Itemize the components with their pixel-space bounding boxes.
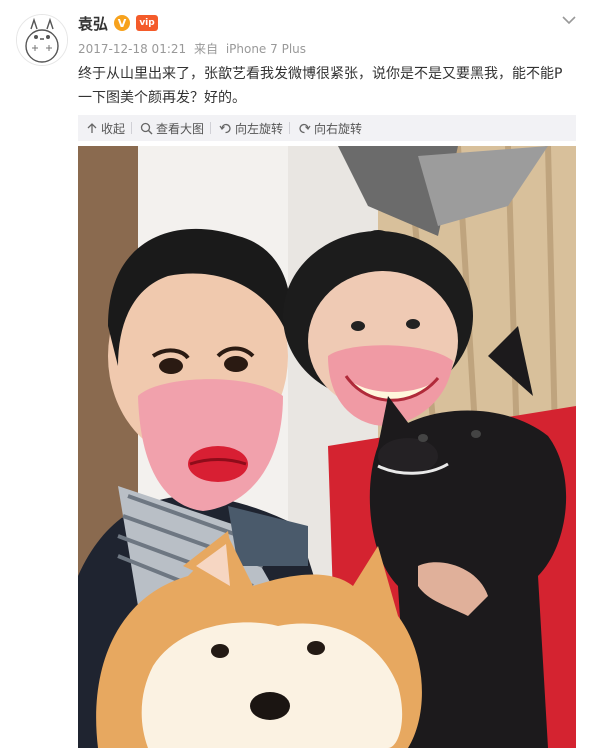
username[interactable]: 袁弘 <box>78 13 108 34</box>
rotate-right-button[interactable]: 向右旋转 <box>298 115 362 141</box>
divider <box>289 122 291 134</box>
divider <box>210 122 212 134</box>
rotate-right-label: 向右旋转 <box>314 121 363 136</box>
source-prefix: 来自 <box>193 42 218 56</box>
magnify-icon <box>140 122 153 134</box>
collapse-icon <box>87 123 97 133</box>
rotate-left-label: 向左旋转 <box>235 121 284 136</box>
image-action-bar: 收起 查看大图 向左旋转 向右旋转 <box>78 115 576 141</box>
selfie-photo <box>78 146 576 748</box>
rotate-left-icon <box>219 123 231 133</box>
totoro-avatar-icon <box>17 15 67 65</box>
post-text: 终于从山里出来了，张歆艺看我发微博很紧张，说你是不是又要黑我，能不能P一下图美个… <box>78 66 563 106</box>
verified-badge: V <box>114 15 131 31</box>
vip-badge: vip <box>136 15 159 31</box>
post-device: iPhone 7 Plus <box>225 42 307 56</box>
avatar[interactable] <box>16 14 68 66</box>
view-large-label: 查看大图 <box>156 121 205 136</box>
divider <box>131 122 133 134</box>
rotate-right-icon <box>299 123 311 133</box>
name-row: 袁弘 V vip <box>78 10 159 36</box>
chevron-down-icon[interactable] <box>560 12 578 26</box>
rotate-left-button[interactable]: 向左旋转 <box>219 115 283 141</box>
collapse-label: 收起 <box>101 121 126 136</box>
view-large-button[interactable]: 查看大图 <box>140 115 204 141</box>
post-timestamp[interactable]: 2017-12-18 01:21 <box>78 42 186 56</box>
post-photo[interactable] <box>78 146 576 748</box>
collapse-button[interactable]: 收起 <box>86 115 125 141</box>
post-meta: 2017-12-18 01:21 来自 iPhone 7 Plus <box>78 40 306 57</box>
